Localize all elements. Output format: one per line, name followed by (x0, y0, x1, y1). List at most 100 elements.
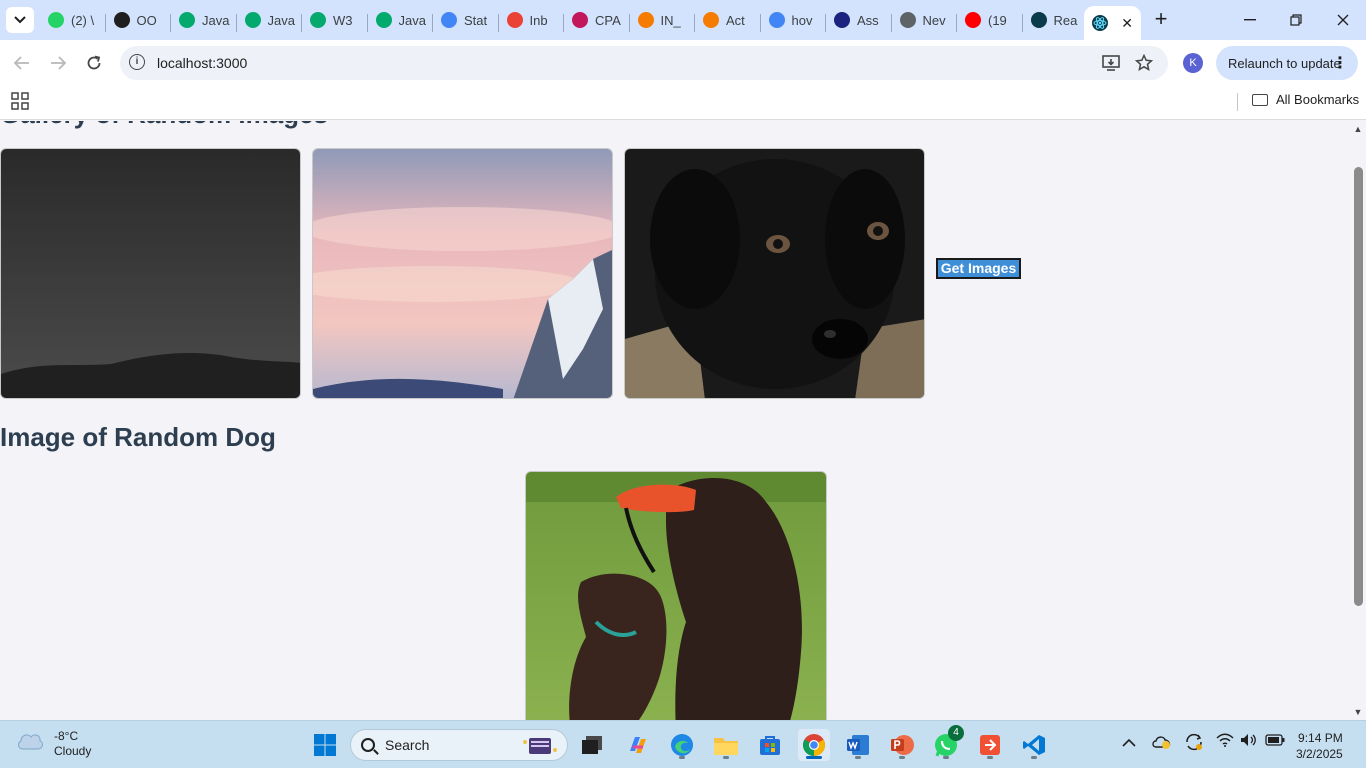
whatsapp-button[interactable]: 4 (930, 725, 964, 761)
wifi-icon[interactable] (1216, 733, 1234, 750)
start-button[interactable] (309, 729, 341, 761)
tab-label: Rea (1053, 12, 1078, 28)
apps-grid-icon[interactable] (11, 92, 29, 110)
weather-widget[interactable]: -8°C Cloudy (16, 729, 91, 759)
tab-14[interactable]: Nev (892, 4, 958, 36)
tab-label: Nev (922, 12, 946, 28)
back-button[interactable] (10, 51, 34, 75)
volume-icon[interactable] (1240, 733, 1258, 750)
cloud-icon (18, 734, 43, 750)
close-window-button[interactable] (1320, 0, 1366, 40)
tab-label: Inb (529, 12, 548, 28)
scroll-up-arrow-icon[interactable]: ▲ (1353, 124, 1363, 134)
tab-7[interactable]: Stat (433, 4, 499, 36)
update-tray-icon[interactable] (1184, 733, 1204, 754)
w3-icon (375, 12, 392, 28)
battery-icon[interactable] (1265, 733, 1285, 749)
page-scrollbar[interactable]: ▲ ▼ (1350, 121, 1366, 720)
tab-15[interactable]: (19 (957, 4, 1023, 36)
copilot-button[interactable] (622, 729, 654, 761)
close-tab-icon[interactable]: ✕ (1121, 15, 1133, 32)
bookmarks-bar: All Bookmarks (0, 86, 1366, 120)
edge-button[interactable] (666, 729, 698, 761)
tab-label: OO (136, 12, 157, 28)
task-view-button[interactable] (576, 729, 608, 761)
clock-time: 9:14 PM (1298, 731, 1343, 745)
tab-9[interactable]: CPA (564, 4, 630, 36)
chrome-running-indicator (806, 756, 822, 759)
taskbar-search[interactable]: Search (350, 729, 568, 761)
folder-icon (1252, 93, 1268, 106)
tab-label: Java (267, 12, 295, 28)
tab-16[interactable]: Rea (1023, 4, 1089, 36)
tab-label: CPA (595, 12, 621, 28)
tab-list: (2) \ OO Java Java W3 Java Stat Inb CPA IN_ Act hov… (40, 0, 1088, 40)
edge-running-indicator (679, 756, 685, 759)
onedrive-tray-icon[interactable] (1152, 733, 1172, 752)
tab-label: (19 (988, 12, 1007, 28)
chrome-button[interactable] (798, 729, 830, 761)
install-app-icon[interactable] (1101, 53, 1121, 73)
tab-4[interactable]: Java (237, 4, 303, 36)
reload-button[interactable] (82, 51, 106, 75)
tab-10[interactable]: IN_ (630, 4, 696, 36)
youtube-icon (965, 12, 981, 28)
search-highlight-icon (523, 738, 557, 754)
get-images-button[interactable]: Get Images (936, 258, 1021, 279)
profile-avatar[interactable]: K (1183, 53, 1203, 73)
show-hidden-icons-button[interactable] (1122, 735, 1136, 751)
tab-5[interactable]: W3 (302, 4, 368, 36)
tab-3[interactable]: Java (171, 4, 237, 36)
pink-sky-mountain-image (312, 148, 613, 399)
weather-desc: Cloudy (54, 744, 92, 758)
whatsapp-badge: 4 (948, 725, 964, 741)
gmail-icon (506, 12, 523, 28)
tab-label: Java (202, 12, 230, 28)
search-icon (361, 738, 375, 752)
forward-button[interactable] (46, 51, 70, 75)
file-explorer-button[interactable] (710, 729, 742, 761)
site-info-icon[interactable]: i (129, 54, 145, 70)
tab-8[interactable]: Inb (499, 4, 565, 36)
tab-2[interactable]: OO (106, 4, 172, 36)
w3-icon (179, 12, 195, 28)
tab-12[interactable]: hov (761, 4, 827, 36)
tab-active[interactable]: ✕ (1084, 6, 1141, 40)
url-text[interactable]: localhost:3000 (157, 55, 247, 71)
weather-temp: -8°C (54, 729, 79, 743)
clock[interactable]: 9:14 PM 3/2/2025 (1296, 730, 1343, 762)
word-button[interactable] (842, 729, 874, 761)
copilot-icon (630, 737, 646, 753)
all-bookmarks-button[interactable]: All Bookmarks (1252, 92, 1359, 107)
tab-label: Act (726, 12, 745, 28)
word-icon (847, 735, 869, 755)
tab-6[interactable]: Java (368, 4, 434, 36)
scroll-thumb[interactable] (1354, 167, 1363, 606)
explorer-running-indicator (723, 756, 729, 759)
tab-1[interactable]: (2) \ (40, 4, 106, 36)
git-client-button[interactable] (974, 729, 1006, 761)
store-button[interactable] (754, 729, 786, 761)
powerpoint-button[interactable] (886, 729, 918, 761)
new-tab-button[interactable]: + (1148, 7, 1174, 33)
more-menu-icon[interactable]: ⋮ (1332, 53, 1348, 73)
search-placeholder: Search (385, 737, 430, 753)
vscode-button[interactable] (1018, 729, 1050, 761)
address-bar[interactable]: i localhost:3000 (120, 46, 1168, 80)
tab-13[interactable]: Ass (826, 4, 892, 36)
bookmarks-separator (1237, 93, 1238, 111)
tab-search-button[interactable] (6, 7, 34, 33)
tab-11[interactable]: Act (695, 4, 761, 36)
minimize-button[interactable] (1227, 0, 1273, 40)
w3-icon (244, 12, 261, 28)
all-bookmarks-label: All Bookmarks (1276, 92, 1360, 107)
restore-button[interactable] (1273, 0, 1319, 40)
bookmark-star-icon[interactable] (1134, 53, 1154, 73)
relaunch-to-update-button[interactable]: Relaunch to update ⋮ (1216, 46, 1358, 80)
store-icon (760, 736, 780, 755)
folder-icon (714, 738, 738, 755)
clock-date: 3/2/2025 (1296, 747, 1343, 761)
chrome-grey-icon (899, 12, 916, 28)
close-icon (1337, 14, 1349, 26)
scroll-down-arrow-icon[interactable]: ▼ (1353, 707, 1363, 717)
